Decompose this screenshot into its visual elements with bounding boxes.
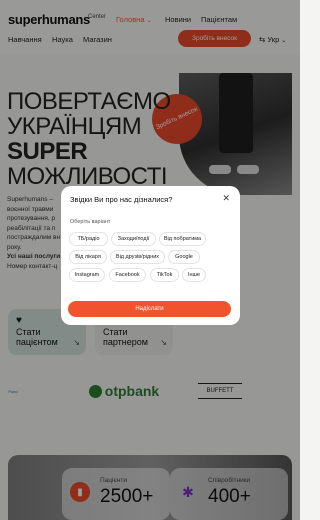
option-instagram[interactable]: Instagram: [69, 268, 105, 282]
option-tv-radio[interactable]: ТБ/радіо: [69, 232, 108, 246]
option-facebook[interactable]: Facebook: [109, 268, 146, 282]
option-comrade[interactable]: Від побратима: [159, 232, 206, 246]
option-tiktok[interactable]: TikTok: [150, 268, 179, 282]
option-doctor[interactable]: Від лікаря: [69, 250, 107, 264]
survey-modal: Звідки Ви про нас дізналися? ✕ Оберіть в…: [61, 186, 240, 325]
close-icon[interactable]: ✕: [222, 193, 230, 204]
option-friends[interactable]: Від друзів/рідних: [110, 250, 165, 264]
modal-title: Звідки Ви про нас дізналися?: [70, 195, 173, 204]
option-events[interactable]: Заходи/події: [111, 232, 156, 246]
option-other[interactable]: Інше: [182, 268, 206, 282]
submit-button[interactable]: Надіслати: [68, 301, 231, 317]
modal-subtitle: Оберіть варіант: [70, 219, 111, 225]
option-google[interactable]: Google: [168, 250, 200, 264]
